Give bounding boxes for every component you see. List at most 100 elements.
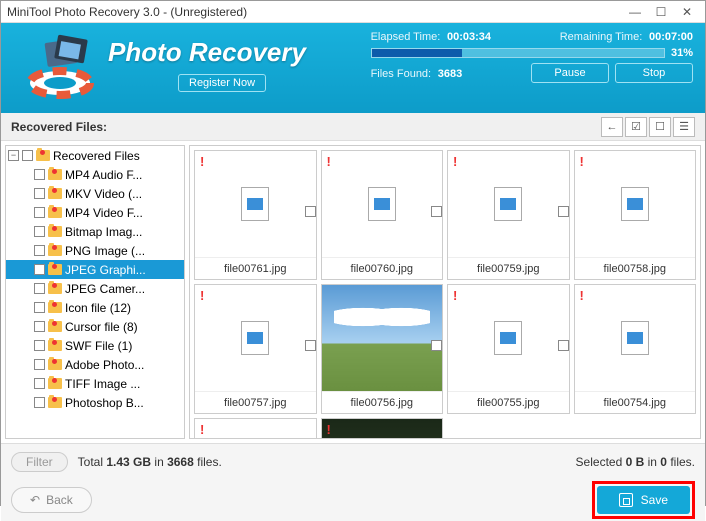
tree-item[interactable]: Icon file (12) <box>6 298 184 317</box>
checkbox[interactable] <box>34 264 45 275</box>
tree-label: PNG Image (... <box>65 244 145 258</box>
close-icon[interactable]: ✕ <box>675 3 699 21</box>
thumbnail[interactable]: ! <box>194 418 317 439</box>
warning-icon: ! <box>200 154 204 169</box>
thumbnail[interactable]: !file00756.jpg <box>321 284 444 414</box>
checkbox[interactable] <box>34 321 45 332</box>
view-list-icon[interactable]: ☰ <box>673 117 695 137</box>
folder-icon <box>48 339 62 353</box>
warning-icon: ! <box>580 288 584 303</box>
tree-label: MP4 Video F... <box>65 206 143 220</box>
tree-item[interactable]: Adobe Photo... <box>6 355 184 374</box>
thumbnail-filename: file00757.jpg <box>195 391 316 413</box>
thumbnail[interactable]: ! file00754.jpg <box>574 284 697 414</box>
checkbox[interactable] <box>431 340 442 351</box>
checkbox[interactable] <box>34 226 45 237</box>
thumbnail-grid[interactable]: !file00761.jpg!file00760.jpg!file00759.j… <box>189 145 701 439</box>
tree-label: SWF File (1) <box>65 339 132 353</box>
checkbox[interactable] <box>22 150 33 161</box>
tree-item[interactable]: MP4 Audio F... <box>6 165 184 184</box>
tree-item[interactable]: JPEG Graphi... <box>6 260 184 279</box>
checkbox[interactable] <box>34 397 45 408</box>
thumbnail-image <box>448 151 569 257</box>
tree-label: Photoshop B... <box>65 396 144 410</box>
tree-item[interactable]: Cursor file (8) <box>6 317 184 336</box>
thumbnail-image <box>448 285 569 391</box>
folder-icon <box>48 320 62 334</box>
nav-back-icon[interactable]: ← <box>601 117 623 137</box>
warning-icon: ! <box>453 288 457 303</box>
thumbnail[interactable]: ! file00755.jpg <box>447 284 570 414</box>
minimize-icon[interactable]: — <box>623 3 647 21</box>
elapsed-label: Elapsed Time: <box>371 31 441 43</box>
save-highlight: Save <box>592 481 695 519</box>
file-tree[interactable]: − Recovered Files MP4 Audio F... MKV Video … <box>5 145 185 439</box>
progress-percent: 31% <box>671 47 693 59</box>
checkbox[interactable] <box>34 188 45 199</box>
tree-item[interactable]: MP4 Video F... <box>6 203 184 222</box>
checkbox[interactable] <box>305 340 316 351</box>
thumbnail-filename: file00755.jpg <box>448 391 569 413</box>
recovered-files-title: Recovered Files: <box>11 120 601 134</box>
checkbox[interactable] <box>34 359 45 370</box>
header: Photo Recovery Register Now Elapsed Time… <box>1 23 705 113</box>
checkbox[interactable] <box>431 206 442 217</box>
scan-stats: Elapsed Time: 00:03:34 Remaining Time: 0… <box>371 29 693 83</box>
selected-text: Selected 0 B in 0 files. <box>576 455 695 469</box>
thumbnail[interactable]: !file00760.jpg <box>321 150 444 280</box>
thumbnail[interactable]: !file00761.jpg <box>194 150 317 280</box>
thumbnail[interactable]: ! file00757.jpg <box>194 284 317 414</box>
disk-icon <box>619 493 633 507</box>
tree-item[interactable]: Photoshop B... <box>6 393 184 412</box>
tree-label: Icon file (12) <box>65 301 131 315</box>
tree-label: MKV Video (... <box>65 187 142 201</box>
checkbox[interactable] <box>34 169 45 180</box>
thumbnail-filename: file00754.jpg <box>575 391 696 413</box>
window-title: MiniTool Photo Recovery 3.0 - (Unregiste… <box>7 5 621 19</box>
tree-item[interactable]: Bitmap Imag... <box>6 222 184 241</box>
thumbnail[interactable]: !file00758.jpg <box>574 150 697 280</box>
checkbox[interactable] <box>558 206 569 217</box>
thumbnail-image <box>322 285 443 391</box>
checkbox[interactable] <box>34 245 45 256</box>
folder-icon <box>48 282 62 296</box>
warning-icon: ! <box>200 288 204 303</box>
tree-label: JPEG Graphi... <box>65 263 146 277</box>
save-button[interactable]: Save <box>597 486 690 514</box>
thumbnail-filename: file00759.jpg <box>448 257 569 279</box>
content-header: Recovered Files: ← ☑ ☐ ☰ <box>1 113 705 141</box>
checkbox[interactable] <box>34 207 45 218</box>
select-none-icon[interactable]: ☐ <box>649 117 671 137</box>
tree-label: JPEG Camer... <box>65 282 145 296</box>
tree-item[interactable]: PNG Image (... <box>6 241 184 260</box>
pause-button[interactable]: Pause <box>531 63 609 83</box>
back-button[interactable]: ↶ Back <box>11 487 92 513</box>
thumbnail[interactable]: !file00759.jpg <box>447 150 570 280</box>
tree-root[interactable]: − Recovered Files <box>6 146 184 165</box>
tree-item[interactable]: MKV Video (... <box>6 184 184 203</box>
checkbox[interactable] <box>558 340 569 351</box>
stop-button[interactable]: Stop <box>615 63 693 83</box>
checkbox[interactable] <box>34 340 45 351</box>
warning-icon: ! <box>580 154 584 169</box>
tree-label: TIFF Image ... <box>65 377 140 391</box>
tree-item[interactable]: JPEG Camer... <box>6 279 184 298</box>
register-button[interactable]: Register Now <box>178 74 266 92</box>
remaining-label: Remaining Time: <box>560 31 643 43</box>
checkbox[interactable] <box>34 378 45 389</box>
folder-icon <box>48 377 62 391</box>
tree-label: Recovered Files <box>53 149 140 163</box>
tree-label: Bitmap Imag... <box>65 225 142 239</box>
filter-button[interactable]: Filter <box>11 452 68 472</box>
folder-icon <box>48 263 62 277</box>
checkbox[interactable] <box>305 206 316 217</box>
tree-item[interactable]: SWF File (1) <box>6 336 184 355</box>
thumbnail[interactable]: ! <box>321 418 444 439</box>
maximize-icon[interactable]: ☐ <box>649 3 673 21</box>
tree-item[interactable]: TIFF Image ... <box>6 374 184 393</box>
collapse-icon[interactable]: − <box>8 150 19 161</box>
total-text: Total 1.43 GB in 3668 files. <box>78 455 222 469</box>
select-all-icon[interactable]: ☑ <box>625 117 647 137</box>
checkbox[interactable] <box>34 302 45 313</box>
checkbox[interactable] <box>34 283 45 294</box>
